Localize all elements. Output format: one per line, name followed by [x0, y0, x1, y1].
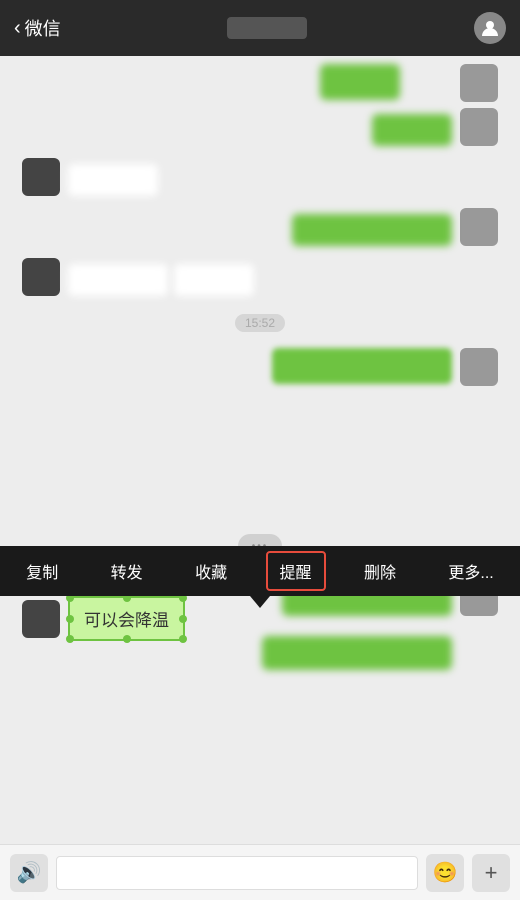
- menu-delete[interactable]: 删除: [350, 551, 410, 591]
- avatar-r4: [460, 208, 498, 246]
- msg-row-top1: [0, 56, 520, 102]
- header-right: [474, 12, 506, 44]
- selected-bubble-wrap: 可以会降温: [14, 596, 185, 641]
- menu-collect[interactable]: 收藏: [181, 551, 241, 591]
- context-menu: 复制 转发 收藏 提醒 删除 更多...: [0, 546, 520, 596]
- menu-pointer: [250, 596, 270, 608]
- emoji-button[interactable]: 😊: [426, 854, 464, 892]
- bottom-bar: 🔊 😊 +: [0, 844, 520, 900]
- add-button[interactable]: +: [472, 854, 510, 892]
- menu-forward[interactable]: 转发: [97, 551, 157, 591]
- bubble-r4: [292, 214, 452, 246]
- bubble-l5b: [174, 264, 254, 296]
- voice-button[interactable]: 🔊: [10, 854, 48, 892]
- bubble-l5a: [68, 264, 168, 296]
- msg-row-partial: [0, 344, 520, 390]
- back-icon[interactable]: ‹: [14, 17, 21, 40]
- avatar-r2: [460, 108, 498, 146]
- text-input[interactable]: [56, 856, 418, 890]
- menu-copy[interactable]: 复制: [12, 551, 72, 591]
- selected-bubble-text: 可以会降温: [84, 611, 169, 630]
- dot-mb: [123, 635, 131, 643]
- avatar-l5: [22, 258, 60, 296]
- voice-icon: 🔊: [17, 860, 42, 885]
- msg-row-4: [0, 202, 520, 252]
- msg-row-5: [0, 252, 520, 302]
- chat-area: 15:52 复制 转发 收藏 提醒 删除 更多... 可以会降温: [0, 56, 520, 776]
- emoji-icon: 😊: [433, 860, 458, 885]
- selected-bubble: 可以会降温: [68, 596, 185, 641]
- menu-more[interactable]: 更多...: [434, 551, 507, 591]
- dot-br: [179, 635, 187, 643]
- avatar-selected: [22, 600, 60, 638]
- dot-mr: [179, 615, 187, 623]
- msg-row-2: [0, 102, 520, 152]
- bubble-partial: [272, 348, 452, 384]
- menu-remind[interactable]: 提醒: [266, 551, 326, 591]
- time-row: 15:52: [0, 308, 520, 338]
- dot-ml: [66, 615, 74, 623]
- dot-bl: [66, 635, 74, 643]
- avatar-l3: [22, 158, 60, 196]
- avatar-partial: [460, 348, 498, 386]
- header: ‹ 微信: [0, 0, 520, 56]
- bubble-top1: [320, 64, 400, 100]
- app-title: 微信: [25, 15, 61, 41]
- time-label: 15:52: [235, 314, 285, 332]
- bubble-l3: [68, 164, 158, 196]
- header-left: ‹ 微信: [14, 15, 61, 41]
- chat-title-blurred: [227, 17, 307, 39]
- bubble-lower2: [262, 636, 452, 670]
- msg-row-3: [0, 152, 520, 202]
- profile-icon[interactable]: [474, 12, 506, 44]
- avatar-top1: [460, 64, 498, 102]
- bubble-r2: [372, 114, 452, 146]
- add-icon: +: [485, 860, 498, 886]
